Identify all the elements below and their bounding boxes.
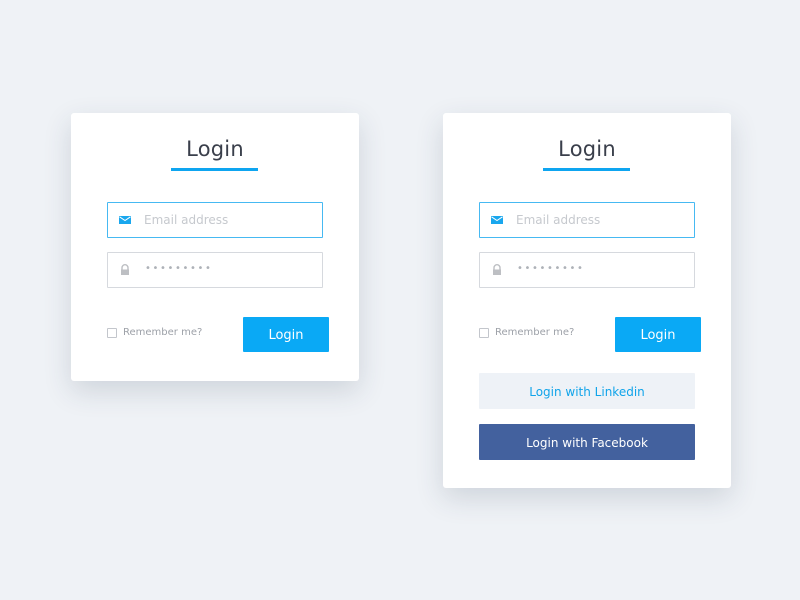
remember-me[interactable]: Remember me? [107,327,202,338]
remember-me[interactable]: Remember me? [479,327,574,338]
remember-checkbox[interactable] [479,327,489,338]
login-card-basic: Login ••••••••• Remember me? Login [71,113,359,381]
login-title: Login [558,137,616,161]
mail-icon [119,216,131,224]
title-underline [543,168,630,171]
password-input[interactable]: ••••••••• [145,263,213,274]
password-field[interactable]: ••••••••• [479,252,695,288]
login-button[interactable]: Login [615,317,701,352]
email-input[interactable] [516,203,686,237]
login-title: Login [186,137,244,161]
password-input[interactable]: ••••••••• [517,263,585,274]
title-underline [171,168,258,171]
login-button[interactable]: Login [243,317,329,352]
lock-icon [493,264,501,275]
email-field[interactable] [107,202,323,238]
remember-checkbox[interactable] [107,327,117,338]
password-field[interactable]: ••••••••• [107,252,323,288]
remember-label: Remember me? [495,327,575,338]
remember-label: Remember me? [123,327,203,338]
email-input[interactable] [144,203,314,237]
mail-icon [491,216,503,224]
login-card-social: Login ••••••••• Remember me? Login Login… [443,113,731,488]
lock-icon [121,264,129,275]
email-field[interactable] [479,202,695,238]
login-facebook-button[interactable]: Login with Facebook [479,424,695,460]
login-linkedin-button[interactable]: Login with Linkedin [479,373,695,409]
